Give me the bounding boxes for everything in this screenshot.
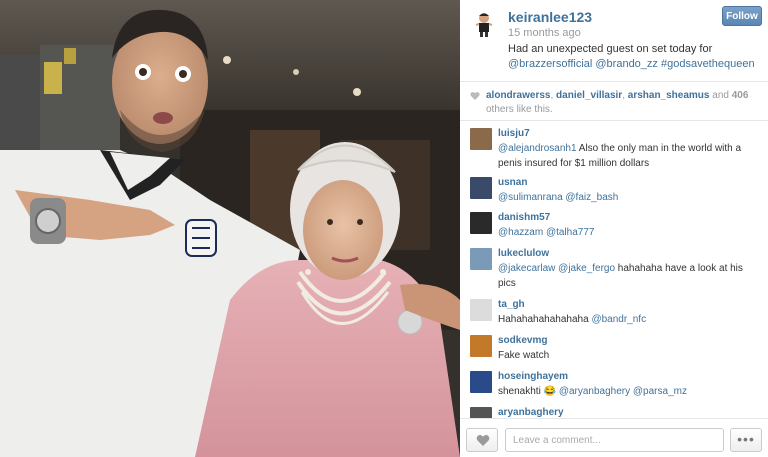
comment-text: @hazzam @talha777 [498, 225, 768, 240]
comment-username[interactable]: ta_gh [498, 293, 768, 312]
avatar[interactable] [470, 371, 492, 393]
comment-mention[interactable]: @sulimanrana @faiz_bash [498, 192, 618, 203]
post-caption: Had an unexpected guest on set today for… [508, 42, 758, 72]
liker-username[interactable]: arshan_sheamus [628, 90, 710, 101]
comment-input[interactable] [505, 428, 724, 452]
comment-text: @alejandrosanh1 Also the only man in the… [498, 141, 768, 171]
more-options-button[interactable]: ••• [730, 428, 762, 452]
comment-username[interactable]: lukeclulow [498, 242, 768, 261]
list-item: sodkevmg Fake watch [460, 329, 768, 365]
caption-tags[interactable]: @brazzersofficial @brando_zz #godsavethe… [508, 58, 755, 70]
comment-username[interactable]: sodkevmg [498, 329, 768, 348]
comment-mention[interactable]: @aryanbaghery @parsa_mz [559, 386, 687, 397]
comment-username[interactable]: usnan [498, 171, 768, 190]
comment-footer: ••• [460, 418, 768, 457]
comment-mention[interactable]: @jakecarlaw @jake_fergo [498, 263, 615, 274]
likes-count: 406 [731, 90, 749, 101]
post-photo[interactable] [0, 0, 460, 457]
comment-body: Fake watch [498, 350, 550, 361]
comment-username[interactable]: hoseinghayem [498, 365, 768, 384]
avatar[interactable] [470, 299, 492, 321]
comment-text: @jakecarlaw @jake_fergo hahahaha have a … [498, 261, 768, 291]
comment-text: Fake watch [498, 348, 768, 363]
likes-and: and [712, 90, 729, 101]
avatar[interactable] [470, 335, 492, 357]
heart-icon [476, 434, 490, 446]
list-item: usnan @sulimanrana @faiz_bash [460, 171, 768, 206]
likes-text: alondrawerss, daniel_villasir, arshan_sh… [486, 90, 749, 115]
post-header: keiranlee123 15 months ago Had an unexpe… [460, 0, 768, 82]
photo-illustration [0, 0, 460, 457]
user-avatar-icon [470, 10, 498, 38]
list-item: aryanbaghery [460, 401, 768, 418]
comment-mention[interactable]: @bandr_nfc [591, 314, 646, 325]
heart-icon [470, 92, 480, 100]
avatar[interactable] [470, 177, 492, 199]
avatar[interactable] [470, 128, 492, 150]
comment-mention[interactable]: @alejandrosanh1 [498, 143, 577, 154]
liker-username[interactable]: daniel_villasir [556, 90, 622, 101]
follow-button[interactable]: Follow [722, 6, 762, 26]
caption-text: Had an unexpected guest on set today for [508, 43, 713, 55]
avatar[interactable] [470, 212, 492, 234]
list-item: lukeclulow @jakecarlaw @jake_fergo hahah… [460, 242, 768, 293]
more-icon: ••• [737, 431, 755, 447]
comment-username[interactable]: aryanbaghery [498, 401, 768, 418]
likes-suffix: others like this. [486, 104, 553, 115]
avatar[interactable] [470, 10, 498, 38]
comment-text: @sulimanrana @faiz_bash [498, 190, 768, 205]
comment-text: Hahahahahahahaha @bandr_nfc [498, 312, 768, 327]
likes-section: alondrawerss, daniel_villasir, arshan_sh… [460, 83, 768, 121]
list-item: ta_gh Hahahahahahahaha @bandr_nfc [460, 293, 768, 329]
avatar[interactable] [470, 407, 492, 418]
comment-body: Hahahahahahahaha [498, 314, 592, 325]
avatar[interactable] [470, 248, 492, 270]
comment-mention[interactable]: @hazzam @talha777 [498, 227, 594, 238]
post-username[interactable]: keiranlee123 [508, 9, 592, 25]
list-item: hoseinghayem shenakhti 😂 @aryanbaghery @… [460, 365, 768, 401]
post-side-panel: keiranlee123 15 months ago Had an unexpe… [460, 0, 768, 457]
comments-list[interactable]: luisju7 @alejandrosanh1 Also the only ma… [460, 122, 768, 418]
comment-body: shenakhti 😂 [498, 386, 559, 397]
list-item: luisju7 @alejandrosanh1 Also the only ma… [460, 122, 768, 171]
list-item: danishm57 @hazzam @talha777 [460, 206, 768, 242]
like-button[interactable] [466, 428, 498, 452]
comment-username[interactable]: danishm57 [498, 206, 768, 225]
liker-username[interactable]: alondrawerss [486, 90, 550, 101]
comment-text: shenakhti 😂 @aryanbaghery @parsa_mz [498, 384, 768, 399]
post-timestamp: 15 months ago [508, 27, 581, 39]
comment-username[interactable]: luisju7 [498, 122, 768, 141]
